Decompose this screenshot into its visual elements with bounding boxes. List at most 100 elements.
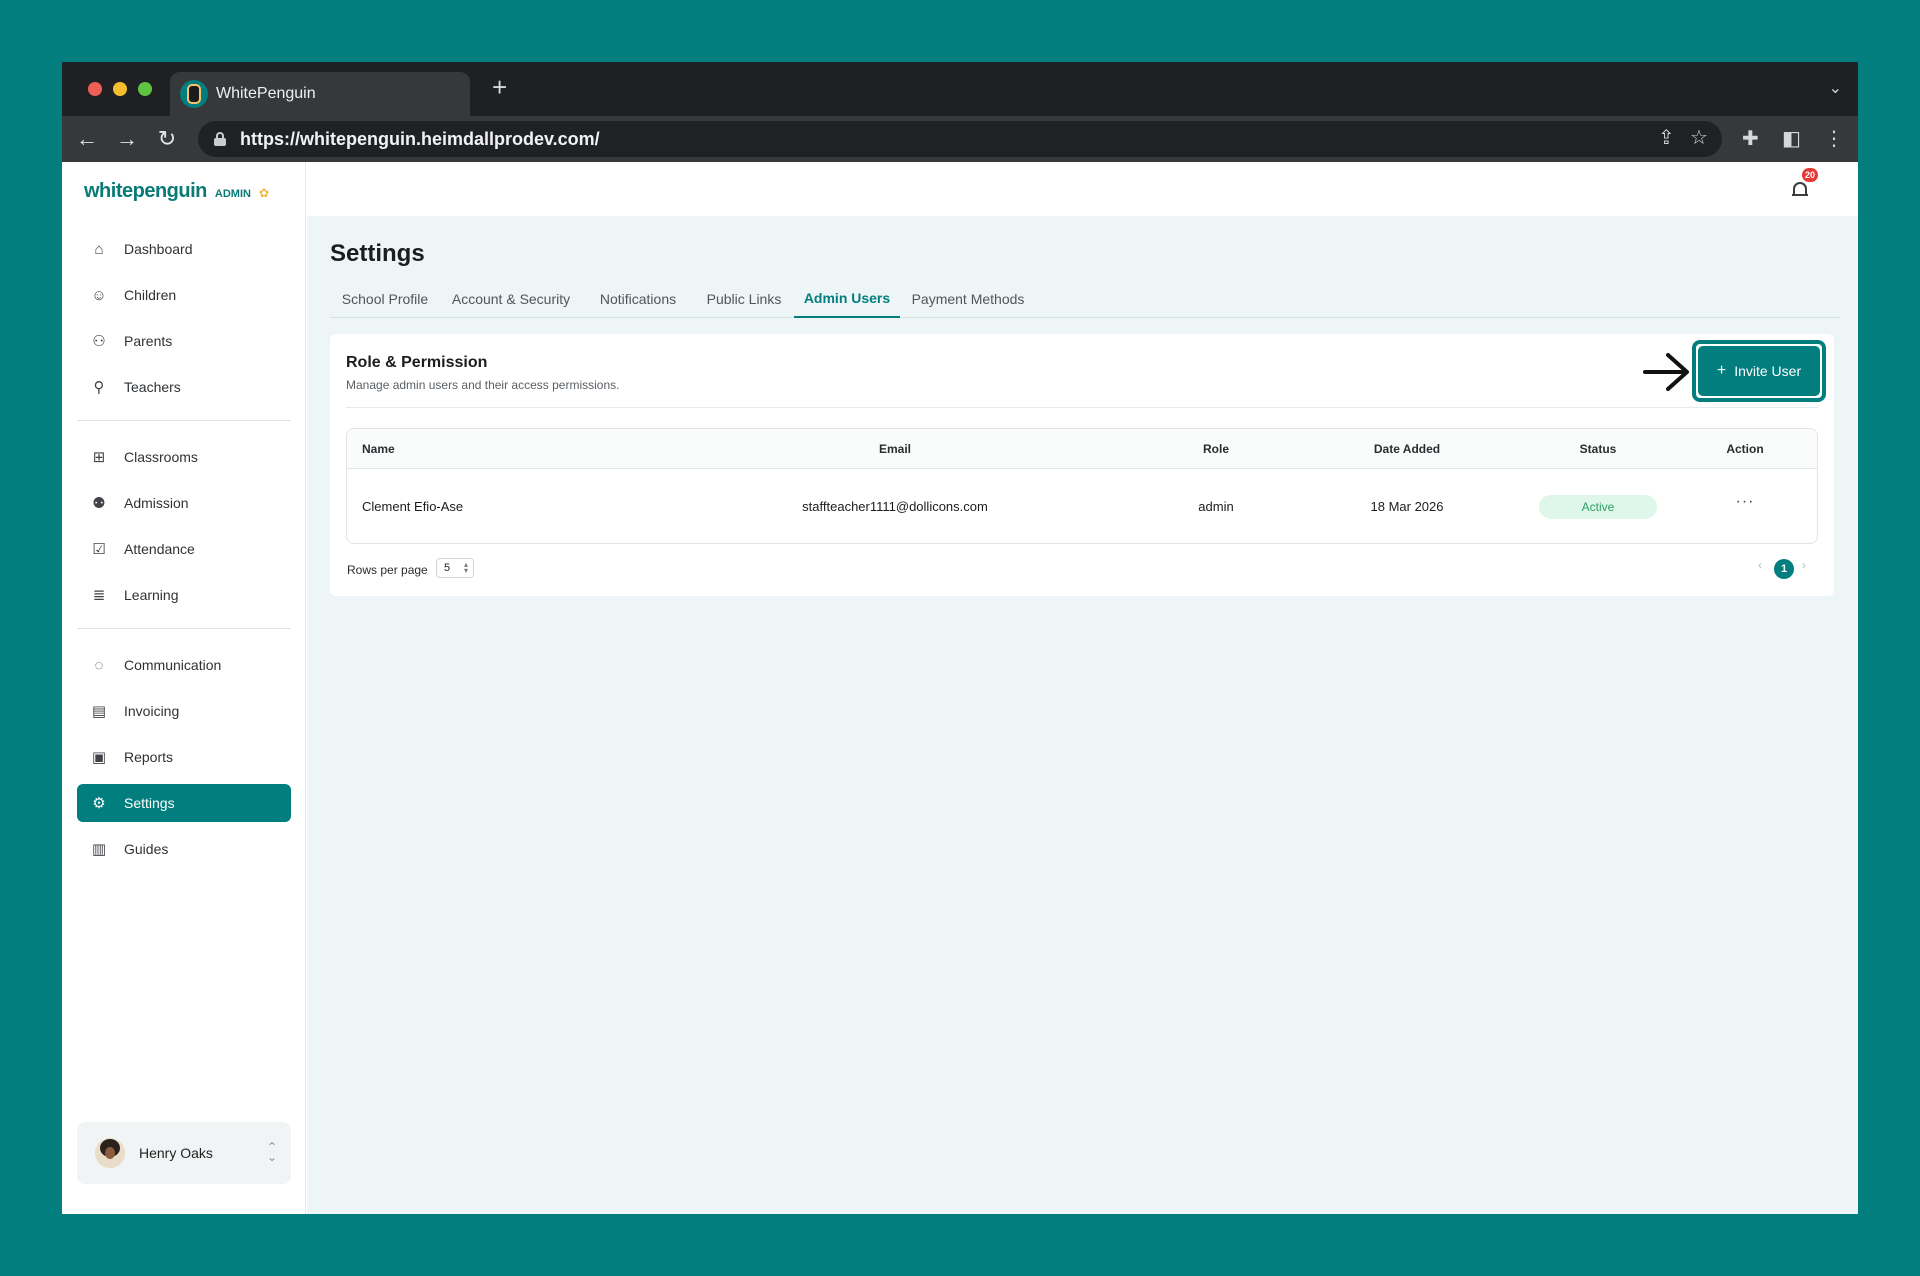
sidebar-item-label: Teachers [124, 379, 181, 395]
sidebar-item-label: Communication [124, 657, 222, 673]
tab-school-profile[interactable]: School Profile [330, 280, 440, 318]
extensions-puzzle-icon[interactable]: ✚ [1742, 126, 1759, 151]
role-permission-card: Role & Permission Manage admin users and… [330, 334, 1834, 596]
reports-icon: ▣ [91, 749, 107, 766]
pagination-page-button[interactable]: 1 [1774, 559, 1794, 579]
rows-per-page-label: Rows per page [347, 563, 428, 577]
rows-per-page-select[interactable]: 5 ▴ ▾ [436, 558, 474, 578]
penguin-favicon-icon [180, 80, 208, 108]
chevron-left-icon[interactable]: ‹ [1758, 558, 1762, 572]
sidebar-item-label: Classrooms [124, 449, 198, 465]
invite-user-button[interactable]: + Invite User [1698, 346, 1820, 396]
tab-account-security[interactable]: Account & Security [440, 280, 582, 318]
column-header-date-added: Date Added [1373, 442, 1441, 456]
card-divider [346, 407, 1818, 408]
column-header-role: Role [1202, 442, 1230, 456]
bell-base [1792, 194, 1808, 196]
browser-tabbar: WhitePenguin + ⌄ [62, 62, 1858, 116]
admin-users-table: Name Email Role Date Added Status Action… [346, 428, 1818, 544]
back-arrow-icon[interactable]: ← [72, 124, 102, 154]
chevron-right-icon[interactable]: › [1802, 558, 1806, 572]
admin-label: ADMIN [214, 188, 251, 200]
sidebar-item-label: Reports [124, 749, 174, 765]
star-icon[interactable]: ☆ [1690, 125, 1708, 150]
chevron-down-icon[interactable]: ⌄ [1829, 78, 1842, 98]
settings-tabs: School Profile Account & Security Notifi… [330, 280, 1840, 318]
kebab-menu-icon[interactable]: ⋮ [1824, 126, 1844, 151]
teachers-icon: ⚲ [93, 379, 105, 396]
invite-user-label: Invite User [1734, 363, 1802, 379]
address-bar[interactable]: https://whitepenguin.heimdallprodev.com/… [198, 121, 1722, 157]
app-root: whitepenguin ADMIN ✿ ⌂ Dashboard ☺ Child… [62, 162, 1858, 1214]
attendance-icon: ☑ [92, 541, 106, 558]
table-header: Name Email Role Date Added Status Action [347, 429, 1817, 469]
sidebar-item-reports[interactable]: ▣ Reports [77, 738, 291, 776]
tab-public-links[interactable]: Public Links [694, 280, 794, 318]
sidebar-item-teachers[interactable]: ⚲ Teachers [77, 368, 291, 406]
browser-window: WhitePenguin + ⌄ ← → ↻ https://whitepeng… [62, 62, 1858, 1214]
guides-icon: ▥ [91, 841, 107, 858]
page-title: Settings [330, 240, 425, 267]
admin-badge-icon: ✿ [258, 186, 270, 200]
plus-icon: + [1716, 362, 1727, 379]
rows-per-page-value: 5 [444, 562, 451, 574]
lock-icon [214, 132, 226, 146]
settings-icon: ⚙ [92, 795, 106, 812]
classrooms-icon: ⊞ [92, 449, 106, 466]
logo-wordmark: whitepenguin [84, 180, 207, 202]
url-text[interactable]: https://whitepenguin.heimdallprodev.com/ [240, 129, 600, 150]
chevron-up-down-icon: ▴ ▾ [463, 560, 468, 575]
column-header-status: Status [1579, 442, 1617, 456]
brand-logo[interactable]: whitepenguin ADMIN ✿ [84, 180, 269, 203]
dashboard-icon: ⌂ [94, 240, 104, 258]
sidebar-item-label: Settings [124, 795, 175, 811]
section-subtitle: Manage admin users and their access perm… [346, 378, 620, 392]
tab-payment-methods[interactable]: Payment Methods [900, 280, 1036, 318]
reload-icon[interactable]: ↻ [152, 124, 182, 154]
pointer-arrow-icon [1643, 353, 1689, 391]
sidebar-item-invoicing[interactable]: ▤ Invoicing [77, 692, 291, 730]
learning-icon: ≣ [92, 587, 106, 604]
minimize-window-button[interactable] [113, 82, 127, 96]
sidebar-divider [77, 420, 291, 421]
new-tab-button[interactable]: + [492, 74, 507, 100]
sidebar-item-classrooms[interactable]: ⊞ Classrooms [77, 438, 291, 476]
row-actions-menu-button[interactable]: ··· [1736, 493, 1755, 511]
sidebar-item-communication[interactable]: ◌ Communication [77, 646, 291, 684]
user-name: Henry Oaks [139, 1145, 213, 1161]
sidebar-item-guides[interactable]: ▥ Guides [77, 830, 291, 868]
communication-icon: ◌ [94, 656, 104, 674]
tab-notifications[interactable]: Notifications [582, 280, 694, 318]
table-row[interactable]: Clement Efio-Ase staffteacher1111@dollic… [347, 469, 1817, 543]
sidebar-item-dashboard[interactable]: ⌂ Dashboard [77, 230, 291, 268]
sidebar-item-parents[interactable]: ⚇ Parents [77, 322, 291, 360]
section-title: Role & Permission [346, 354, 488, 371]
browser-tab[interactable]: WhitePenguin [170, 72, 470, 116]
notifications-bell-icon[interactable]: 20 [1792, 168, 1818, 198]
sidebar-item-admission[interactable]: ⚉ Admission [77, 484, 291, 522]
tab-admin-users[interactable]: Admin Users [794, 280, 900, 318]
sidebar-item-label: Invoicing [124, 703, 180, 719]
sidebar-item-label: Children [124, 287, 177, 303]
browser-toolbar: ← → ↻ https://whitepenguin.heimdallprode… [62, 116, 1858, 162]
sidebar-item-children[interactable]: ☺ Children [77, 276, 291, 314]
top-header: 20 [307, 162, 1858, 216]
maximize-window-button[interactable] [138, 82, 152, 96]
column-header-action: Action [1726, 442, 1764, 456]
children-icon: ☺ [91, 286, 107, 304]
sidebar-item-learning[interactable]: ≣ Learning [77, 576, 291, 614]
side-panel-icon[interactable]: ◧ [1782, 126, 1801, 151]
cell-role: admin [1198, 499, 1234, 514]
user-switcher[interactable]: Henry Oaks ⌃ ⌄ [77, 1122, 291, 1184]
cell-email: staffteacher1111@dollicons.com [802, 499, 988, 514]
close-window-button[interactable] [88, 82, 102, 96]
share-icon[interactable]: ⇪ [1658, 125, 1675, 150]
avatar [95, 1138, 125, 1168]
sidebar-item-attendance[interactable]: ☑ Attendance [77, 530, 291, 568]
forward-arrow-icon[interactable]: → [112, 124, 142, 154]
parents-icon: ⚇ [92, 333, 106, 350]
status-badge: Active [1539, 495, 1657, 519]
sidebar-item-label: Dashboard [124, 241, 193, 257]
sidebar-item-label: Learning [124, 587, 179, 603]
sidebar-item-settings[interactable]: ⚙ Settings [77, 784, 291, 822]
